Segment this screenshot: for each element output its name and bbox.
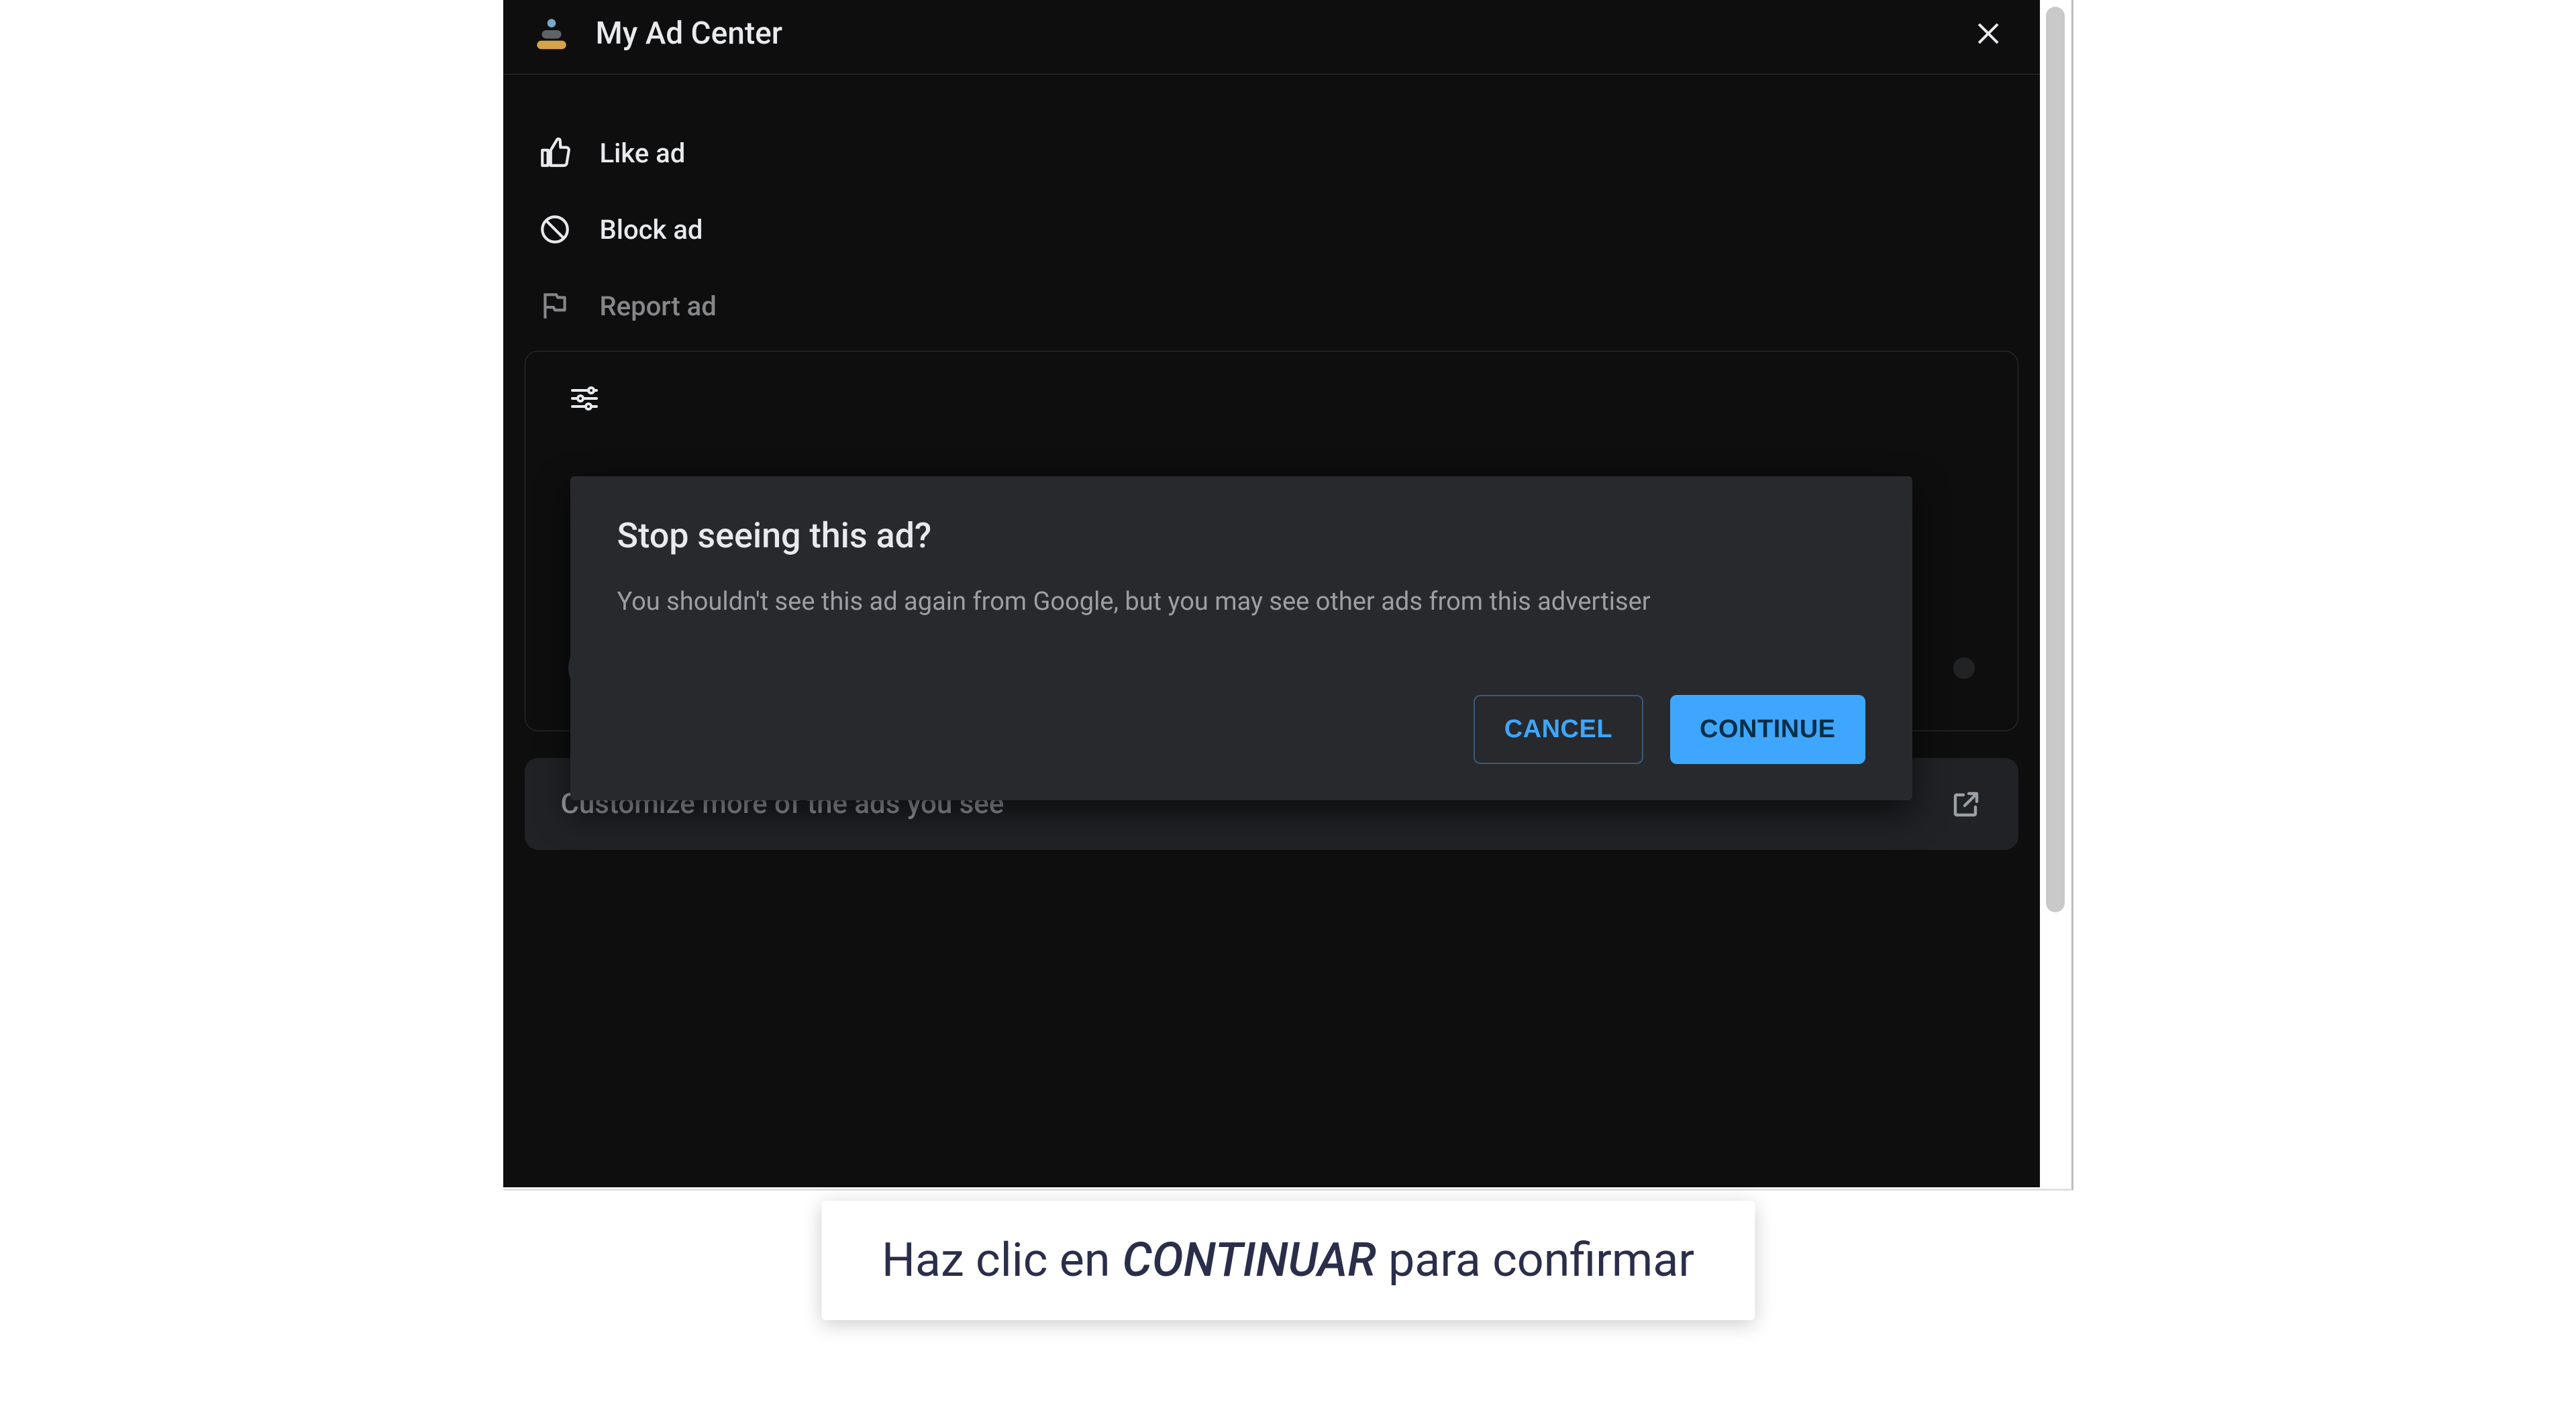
ad-center-panel: My Ad Center Like ad xyxy=(503,0,2040,1187)
close-icon xyxy=(1974,17,2006,50)
scrollbar-thumb[interactable] xyxy=(2046,7,2065,912)
menu-item-label: Like ad xyxy=(600,138,686,169)
continue-button[interactable]: CONTINUE xyxy=(1670,695,1865,764)
panel-title: My Ad Center xyxy=(596,15,1969,52)
control-dot xyxy=(1953,657,1975,679)
panel-header: My Ad Center xyxy=(503,0,2040,74)
caption-post: para confirmar xyxy=(1388,1233,1694,1288)
cancel-button[interactable]: CANCEL xyxy=(1474,695,1643,764)
scrollbar[interactable] xyxy=(2040,0,2071,1187)
block-ad-item[interactable]: Block ad xyxy=(537,191,2006,268)
block-icon xyxy=(537,211,573,248)
dialog-title: Stop seeing this ad? xyxy=(617,515,1865,556)
dialog-actions: CANCEL CONTINUE xyxy=(617,695,1865,764)
open-external-icon xyxy=(1950,788,1982,820)
menu-item-label: Report ad xyxy=(600,290,717,322)
ad-center-logo-icon xyxy=(531,13,572,54)
menu-item-label: Block ad xyxy=(600,214,703,246)
like-ad-item[interactable]: Like ad xyxy=(537,115,2006,191)
instruction-caption: Haz clic en CONTINUAR para confirmar xyxy=(821,1201,1755,1320)
tune-icon xyxy=(568,382,1975,415)
ad-actions-menu: Like ad Block ad Report ad xyxy=(503,74,2040,351)
caption-pre: Haz clic en xyxy=(882,1233,1111,1288)
flag-icon xyxy=(537,288,573,324)
caption-em: CONTINUAR xyxy=(1123,1233,1376,1288)
confirm-block-dialog: Stop seeing this ad? You shouldn't see t… xyxy=(570,476,1912,800)
close-button[interactable] xyxy=(1969,12,2012,55)
report-ad-item[interactable]: Report ad xyxy=(537,268,2006,344)
thumb-up-icon xyxy=(537,135,573,171)
dialog-body: You shouldn't see this ad again from Goo… xyxy=(617,583,1724,621)
